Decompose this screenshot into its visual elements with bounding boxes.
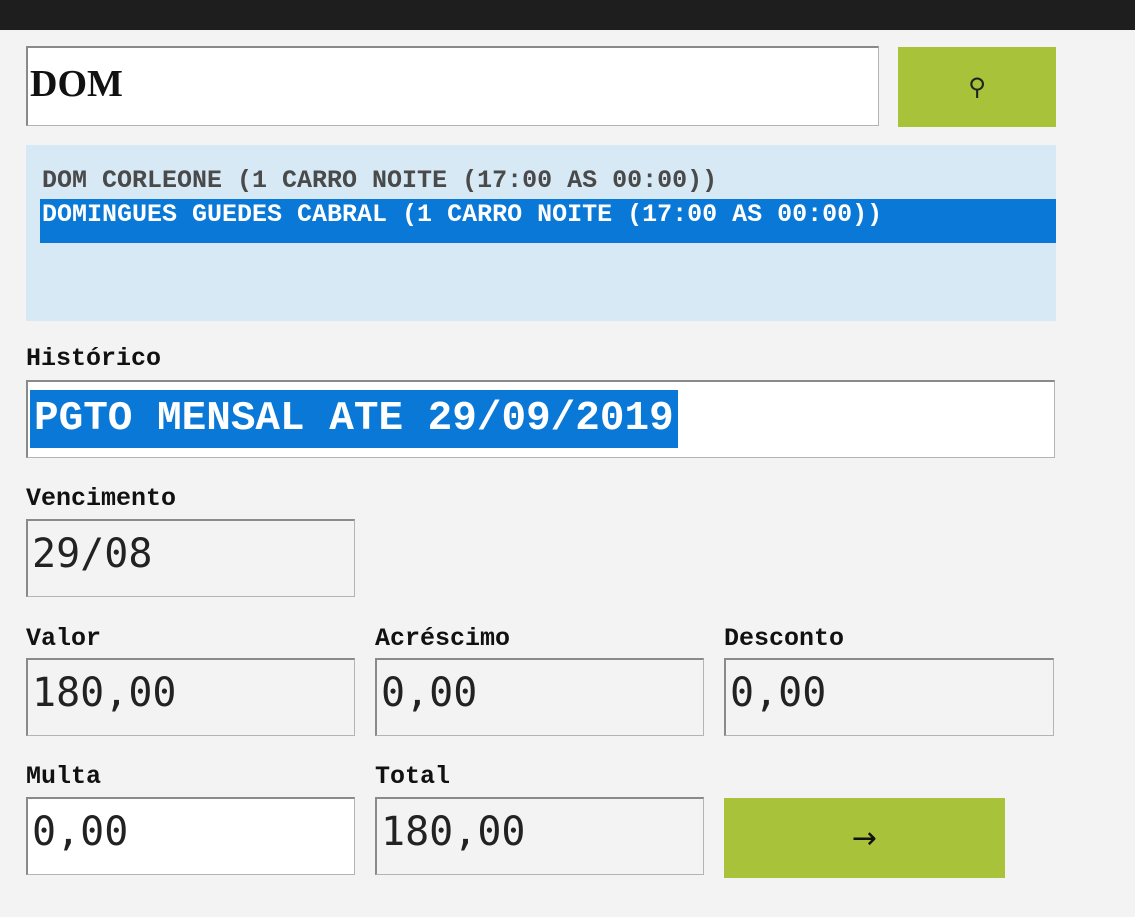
valor-label: Valor [26,624,102,653]
desconto-label: Desconto [724,624,845,653]
title-bar [0,0,1135,30]
historico-label: Histórico [26,344,162,373]
vencimento-label: Vencimento [26,484,177,513]
total-value: 180,00 [381,809,526,855]
valor-value: 180,00 [32,670,177,716]
acrescimo-value: 0,00 [381,670,478,716]
vencimento-value: 29/08 [32,531,153,577]
historico-value: PGTO MENSAL ATE 29/09/2019 [30,390,678,448]
list-item-selected[interactable]: DOMINGUES GUEDES CABRAL (1 CARRO NOITE (… [40,199,1056,243]
list-item-text: DOM CORLEONE (1 CARRO NOITE (17:00 AS 00… [42,166,718,195]
list-item[interactable]: DOM CORLEONE (1 CARRO NOITE (17:00 AS 00… [42,165,717,196]
multa-label: Multa [26,762,102,791]
results-list[interactable]: DOM CORLEONE (1 CARRO NOITE (17:00 AS 00… [26,145,1056,321]
multa-value: 0,00 [32,809,129,855]
historico-input[interactable]: PGTO MENSAL ATE 29/09/2019 [26,380,1055,458]
acrescimo-field[interactable]: 0,00 [375,658,704,736]
key-icon: ⚲ [968,73,986,101]
confirm-button[interactable]: → [724,798,1005,878]
total-label: Total [375,762,451,791]
desconto-field[interactable]: 0,00 [724,658,1054,736]
multa-input[interactable]: 0,00 [26,797,355,875]
total-field[interactable]: 180,00 [375,797,704,875]
vencimento-field[interactable]: 29/08 [26,519,355,597]
acrescimo-label: Acréscimo [375,624,511,653]
search-button[interactable]: ⚲ [898,47,1056,127]
valor-field[interactable]: 180,00 [26,658,355,736]
search-input[interactable]: DOM [26,46,879,126]
list-item-text: DOMINGUES GUEDES CABRAL (1 CARRO NOITE (… [42,200,883,229]
arrow-right-icon: → [851,820,878,856]
desconto-value: 0,00 [730,670,827,716]
search-input-value: DOM [30,63,123,105]
